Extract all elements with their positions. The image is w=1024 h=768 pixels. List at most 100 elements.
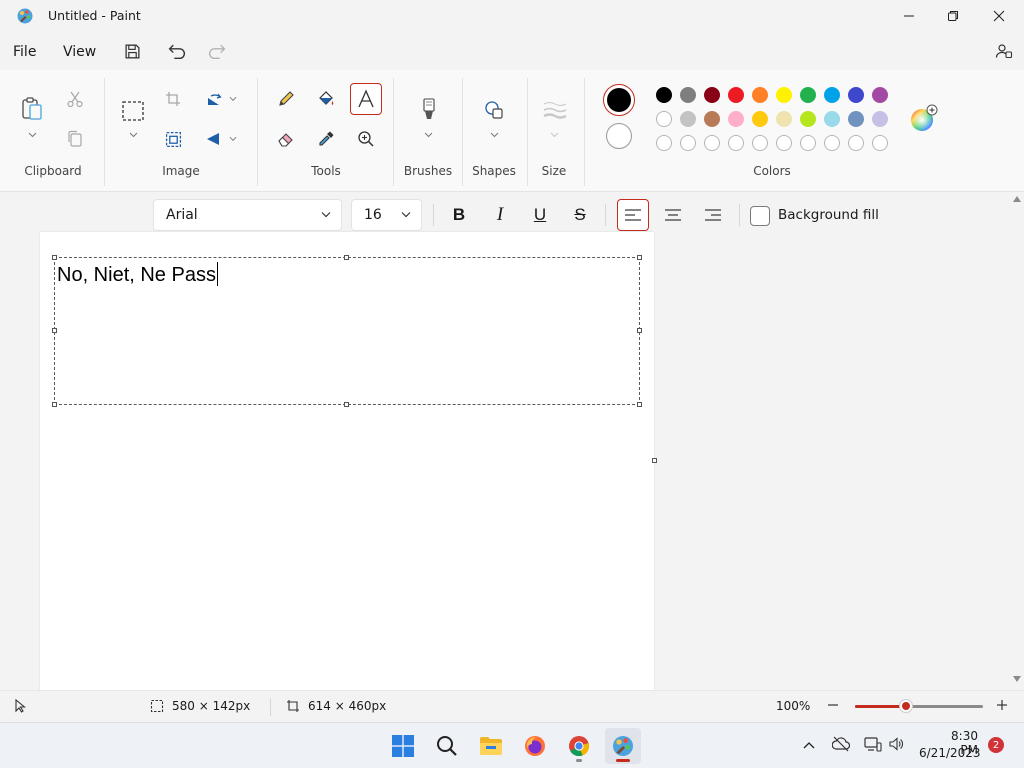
copy-button[interactable] bbox=[64, 128, 86, 150]
select-button[interactable] bbox=[119, 98, 147, 124]
custom-color-slot[interactable] bbox=[824, 135, 840, 151]
shapes-button[interactable] bbox=[480, 96, 508, 124]
clock-date[interactable]: 6/21/2023 bbox=[919, 746, 981, 760]
size-button[interactable] bbox=[540, 98, 570, 122]
paint-taskbar-button[interactable] bbox=[605, 728, 641, 764]
magnifier-button[interactable] bbox=[354, 128, 378, 150]
paste-chevron-icon[interactable] bbox=[28, 132, 37, 138]
primary-color-button[interactable] bbox=[603, 84, 635, 116]
custom-color-slot[interactable] bbox=[752, 135, 768, 151]
palette-color-swatch[interactable] bbox=[656, 87, 672, 103]
text-box-handle[interactable] bbox=[637, 402, 642, 407]
zoom-out-button[interactable] bbox=[826, 698, 840, 712]
text-box-handle[interactable] bbox=[52, 402, 57, 407]
cloud-offline-icon[interactable] bbox=[832, 736, 850, 752]
vertical-scrollbar[interactable] bbox=[1010, 192, 1024, 690]
firefox-button[interactable] bbox=[517, 728, 553, 764]
account-button[interactable] bbox=[992, 40, 1016, 62]
chevron-up-icon[interactable] bbox=[803, 741, 815, 749]
palette-color-swatch[interactable] bbox=[872, 111, 888, 127]
close-button[interactable] bbox=[976, 0, 1022, 32]
rotate-chevron-icon[interactable] bbox=[229, 96, 237, 102]
text-tool-button[interactable] bbox=[350, 83, 382, 115]
flip-chevron-icon[interactable] bbox=[229, 136, 237, 142]
chrome-button[interactable] bbox=[561, 728, 597, 764]
undo-button[interactable] bbox=[164, 40, 190, 62]
palette-color-swatch[interactable] bbox=[656, 111, 672, 127]
align-left-button[interactable] bbox=[617, 199, 649, 231]
custom-color-slot[interactable] bbox=[800, 135, 816, 151]
custom-color-slot[interactable] bbox=[776, 135, 792, 151]
text-box-handle[interactable] bbox=[52, 328, 57, 333]
align-right-button[interactable] bbox=[698, 200, 728, 230]
custom-color-slot[interactable] bbox=[872, 135, 888, 151]
font-size-dropdown[interactable]: 16 bbox=[351, 199, 422, 231]
text-box-handle[interactable] bbox=[344, 402, 349, 407]
drawing-canvas[interactable]: No, Niet, Ne Pass bbox=[40, 232, 657, 690]
background-fill-checkbox[interactable] bbox=[750, 206, 770, 226]
network-icon[interactable] bbox=[864, 736, 882, 752]
text-box-handle[interactable] bbox=[637, 328, 642, 333]
palette-color-swatch[interactable] bbox=[848, 87, 864, 103]
paste-button[interactable] bbox=[18, 94, 46, 124]
redo-button[interactable] bbox=[203, 40, 229, 62]
custom-color-slot[interactable] bbox=[680, 135, 696, 151]
background-fill-label[interactable]: Background fill bbox=[778, 207, 879, 223]
custom-color-slot[interactable] bbox=[656, 135, 672, 151]
speaker-icon[interactable] bbox=[888, 736, 904, 752]
palette-color-swatch[interactable] bbox=[680, 111, 696, 127]
restore-button[interactable] bbox=[930, 0, 976, 32]
underline-button[interactable]: U bbox=[525, 200, 555, 230]
search-button[interactable] bbox=[429, 728, 465, 764]
pencil-button[interactable] bbox=[274, 88, 298, 110]
scroll-up-icon[interactable] bbox=[1013, 196, 1021, 202]
shapes-chevron-icon[interactable] bbox=[490, 132, 499, 138]
flip-button[interactable] bbox=[202, 128, 226, 150]
zoom-in-button[interactable] bbox=[995, 698, 1009, 712]
palette-color-swatch[interactable] bbox=[704, 87, 720, 103]
text-box-content[interactable]: No, Niet, Ne Pass bbox=[57, 262, 218, 287]
crop-button[interactable] bbox=[162, 88, 184, 110]
zoom-level[interactable]: 100% bbox=[776, 699, 810, 713]
strikethrough-button[interactable]: S bbox=[565, 200, 595, 230]
scroll-down-icon[interactable] bbox=[1013, 676, 1021, 682]
custom-color-slot[interactable] bbox=[728, 135, 744, 151]
palette-color-swatch[interactable] bbox=[800, 87, 816, 103]
palette-color-swatch[interactable] bbox=[824, 111, 840, 127]
rotate-button[interactable] bbox=[202, 88, 226, 110]
text-box-handle[interactable] bbox=[344, 255, 349, 260]
align-center-button[interactable] bbox=[658, 200, 688, 230]
text-box-handle[interactable] bbox=[52, 255, 57, 260]
text-box[interactable]: No, Niet, Ne Pass bbox=[54, 257, 640, 405]
palette-color-swatch[interactable] bbox=[776, 87, 792, 103]
palette-color-swatch[interactable] bbox=[752, 87, 768, 103]
menu-view[interactable]: View bbox=[63, 44, 96, 60]
palette-color-swatch[interactable] bbox=[728, 111, 744, 127]
palette-color-swatch[interactable] bbox=[680, 87, 696, 103]
palette-color-swatch[interactable] bbox=[848, 111, 864, 127]
cut-button[interactable] bbox=[64, 88, 86, 110]
palette-color-swatch[interactable] bbox=[728, 87, 744, 103]
palette-color-swatch[interactable] bbox=[872, 87, 888, 103]
notification-badge[interactable]: 2 bbox=[988, 737, 1004, 753]
file-explorer-button[interactable] bbox=[473, 728, 509, 764]
resize-button[interactable] bbox=[162, 128, 184, 150]
select-chevron-icon[interactable] bbox=[129, 132, 138, 138]
italic-button[interactable]: I bbox=[485, 200, 515, 230]
save-button[interactable] bbox=[119, 40, 145, 62]
color-picker-button[interactable] bbox=[314, 128, 338, 150]
font-family-dropdown[interactable]: Arial bbox=[153, 199, 342, 231]
start-button[interactable] bbox=[385, 728, 421, 764]
eraser-button[interactable] bbox=[274, 128, 298, 150]
secondary-color-button[interactable] bbox=[606, 123, 632, 149]
edit-colors-button[interactable] bbox=[908, 104, 938, 134]
fill-button[interactable] bbox=[314, 88, 338, 110]
palette-color-swatch[interactable] bbox=[776, 111, 792, 127]
zoom-slider-thumb[interactable] bbox=[899, 699, 914, 713]
palette-color-swatch[interactable] bbox=[752, 111, 768, 127]
brushes-chevron-icon[interactable] bbox=[424, 132, 433, 138]
size-chevron-icon[interactable] bbox=[550, 132, 559, 138]
custom-color-slot[interactable] bbox=[704, 135, 720, 151]
canvas-resize-handle[interactable] bbox=[652, 458, 657, 463]
palette-color-swatch[interactable] bbox=[800, 111, 816, 127]
